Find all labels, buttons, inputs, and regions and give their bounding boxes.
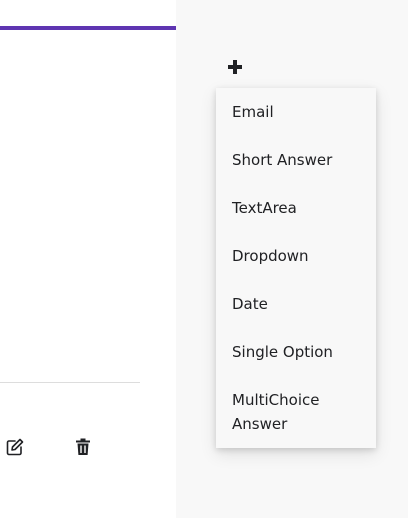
menu-item-date[interactable]: Date	[232, 292, 360, 316]
menu-item-email[interactable]: Email	[232, 100, 360, 124]
menu-item-multichoice-answer[interactable]: MultiChoice Answer	[232, 388, 360, 436]
plus-icon[interactable]	[226, 58, 244, 76]
menu-item-short-answer[interactable]: Short Answer	[232, 148, 360, 172]
menu-item-textarea[interactable]: TextArea	[232, 196, 360, 220]
menu-item-dropdown[interactable]: Dropdown	[232, 244, 360, 268]
edit-icon[interactable]	[6, 438, 24, 456]
menu-item-single-option[interactable]: Single Option	[232, 340, 360, 364]
card-divider	[0, 382, 140, 383]
card-accent-bar	[0, 26, 176, 30]
trash-icon[interactable]	[75, 438, 91, 456]
form-card	[0, 0, 176, 518]
add-question-menu: Email Short Answer TextArea Dropdown Dat…	[216, 88, 376, 448]
